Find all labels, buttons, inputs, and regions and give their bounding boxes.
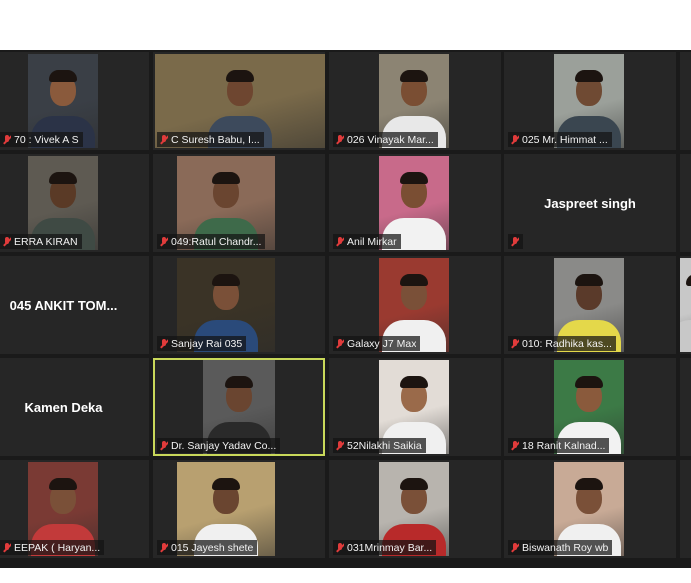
participant-label-text: ERRA KIRAN xyxy=(14,235,78,248)
participant-label: Sanjay Rai 035 xyxy=(157,336,247,351)
participant-label-text: Biswanath Roy wb xyxy=(522,541,609,554)
mic-muted-icon xyxy=(160,134,168,145)
participant-label-text: Sanjay Rai 035 xyxy=(171,337,243,350)
participant-tile[interactable]: 025 Mr. Himmat ... xyxy=(504,52,676,150)
participant-tile[interactable]: C Suresh Babu, I... xyxy=(153,52,325,150)
participant-tile[interactable]: 045 ANKIT TOM... xyxy=(0,256,149,354)
participant-tile[interactable] xyxy=(680,154,691,252)
mic-muted-icon xyxy=(336,236,344,247)
participant-tile[interactable]: Kamen Deka xyxy=(0,358,149,456)
participant-video xyxy=(680,258,691,352)
mic-muted-icon xyxy=(160,338,168,349)
mic-muted-icon xyxy=(336,338,344,349)
participant-label: 70 : Vivek A S xyxy=(0,132,83,147)
participant-tile[interactable] xyxy=(680,256,691,354)
participant-label: C Suresh Babu, I... xyxy=(157,132,264,147)
participant-label-text: 026 Vinayak Mar... xyxy=(347,133,434,146)
participant-tile[interactable]: Jaspreet singh xyxy=(504,154,676,252)
mic-muted-icon xyxy=(160,542,168,553)
mic-muted-icon xyxy=(511,440,519,451)
meeting-bottom-bar xyxy=(0,568,691,583)
participant-label: 18 Ranit Kalnad... xyxy=(508,438,610,453)
participant-tile[interactable]: Sanjay Rai 035 xyxy=(153,256,325,354)
participant-tile[interactable]: 010: Radhika kas... xyxy=(504,256,676,354)
participant-tile[interactable]: 70 : Vivek A S xyxy=(0,52,149,150)
participant-tile[interactable]: 18 Ranit Kalnad... xyxy=(504,358,676,456)
mic-muted-icon xyxy=(336,440,344,451)
mic-muted-icon xyxy=(336,542,344,553)
mic-muted-icon xyxy=(3,134,11,145)
participant-tile[interactable] xyxy=(680,52,691,150)
participant-name: 045 ANKIT TOM... xyxy=(9,297,118,313)
participant-label: ERRA KIRAN xyxy=(0,234,82,249)
participant-tile[interactable]: 52Nilakhi Saikia xyxy=(329,358,501,456)
mic-muted-icon xyxy=(160,236,168,247)
participant-label-text: 049:Ratul Chandr... xyxy=(171,235,262,248)
participant-label: Anil Mirkar xyxy=(333,234,401,249)
participant-name: Kamen Deka xyxy=(24,399,103,415)
participant-label-text: 70 : Vivek A S xyxy=(14,133,79,146)
participant-tile[interactable]: EEPAK ( Haryan... xyxy=(0,460,149,558)
participant-label: 031Mrinmay Bar... xyxy=(333,540,437,555)
participant-label-text: EEPAK ( Haryan... xyxy=(14,541,101,554)
participant-tile[interactable]: Dr. Sanjay Yadav Co... xyxy=(153,358,325,456)
participant-name: Jaspreet singh xyxy=(544,195,636,211)
mic-muted-icon xyxy=(511,236,519,247)
participant-label-text: Anil Mirkar xyxy=(347,235,397,248)
mic-muted-icon xyxy=(336,134,344,145)
participant-label xyxy=(508,234,523,249)
participant-tile[interactable]: 015 Jayesh shete xyxy=(153,460,325,558)
participant-label: Dr. Sanjay Yadav Co... xyxy=(157,438,281,453)
participant-label: 52Nilakhi Saikia xyxy=(333,438,426,453)
participant-label-text: Galaxy J7 Max xyxy=(347,337,417,350)
gallery-view: 70 : Vivek A S C Suresh Babu, I... 026 Vin… xyxy=(0,50,691,568)
participant-tile[interactable]: 031Mrinmay Bar... xyxy=(329,460,501,558)
participant-tile[interactable]: 049:Ratul Chandr... xyxy=(153,154,325,252)
participant-label-text: 015 Jayesh shete xyxy=(171,541,254,554)
mic-muted-icon xyxy=(511,134,519,145)
participant-label: EEPAK ( Haryan... xyxy=(0,540,105,555)
participant-label: 015 Jayesh shete xyxy=(157,540,258,555)
participant-label: Galaxy J7 Max xyxy=(333,336,421,351)
participant-tile[interactable]: ERRA KIRAN xyxy=(0,154,149,252)
participant-tile[interactable] xyxy=(680,358,691,456)
participant-label: Biswanath Roy wb xyxy=(508,540,613,555)
mic-muted-icon xyxy=(3,542,11,553)
participant-tile[interactable]: Biswanath Roy wb xyxy=(504,460,676,558)
mic-muted-icon xyxy=(3,236,11,247)
participant-label-text: 025 Mr. Himmat ... xyxy=(522,133,608,146)
participant-label: 049:Ratul Chandr... xyxy=(157,234,266,249)
participant-tile[interactable] xyxy=(680,460,691,558)
participant-label-text: C Suresh Babu, I... xyxy=(171,133,260,146)
participant-avatar xyxy=(680,272,691,352)
meeting-top-bar xyxy=(0,0,691,50)
mic-muted-icon xyxy=(511,542,519,553)
participant-label-text: 52Nilakhi Saikia xyxy=(347,439,422,452)
mic-muted-icon xyxy=(160,440,168,451)
participant-label: 025 Mr. Himmat ... xyxy=(508,132,612,147)
participant-label: 026 Vinayak Mar... xyxy=(333,132,438,147)
participant-label-text: 18 Ranit Kalnad... xyxy=(522,439,606,452)
participant-tile[interactable]: 026 Vinayak Mar... xyxy=(329,52,501,150)
participant-label: 010: Radhika kas... xyxy=(508,336,616,351)
participant-label-text: 010: Radhika kas... xyxy=(522,337,612,350)
participant-tile[interactable]: Anil Mirkar xyxy=(329,154,501,252)
participant-tile[interactable]: Galaxy J7 Max xyxy=(329,256,501,354)
mic-muted-icon xyxy=(511,338,519,349)
participant-label-text: Dr. Sanjay Yadav Co... xyxy=(171,439,277,452)
participant-label-text: 031Mrinmay Bar... xyxy=(347,541,433,554)
